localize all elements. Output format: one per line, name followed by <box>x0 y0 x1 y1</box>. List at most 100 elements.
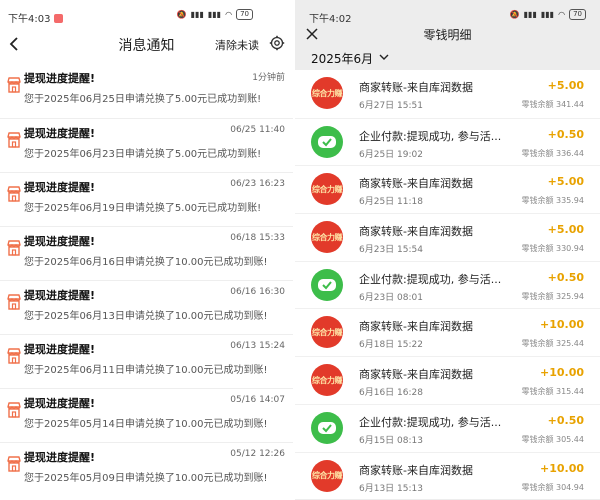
status-bar-right: 下午4:02 🔕 ▮▮▮ ▮▮▮ ◠ 70 <box>295 0 600 25</box>
notification-item[interactable]: 提现进度提醒! 06/25 11:40 您于2025年06月23日申请兑换了5.00… <box>0 118 293 172</box>
transaction-title: 企业付款:提现成功, 参与活... <box>359 272 502 286</box>
signal-icon-2: ▮▮▮ <box>540 10 555 19</box>
merchant-logo-icon: 综合力赚 <box>311 459 343 492</box>
transaction-date: 6月16日 16:28 <box>359 388 423 399</box>
notification-item[interactable]: 提现进度提醒! 06/18 15:33 您于2025年06月16日申请兑换了10.0… <box>0 226 293 280</box>
transaction-title: 商家转账-来自库润数据 <box>359 320 473 334</box>
transaction-balance: 零钱余额 335.94 <box>521 196 584 206</box>
notification-item[interactable]: 提现进度提醒! 06/23 16:23 您于2025年06月19日申请兑换了5.00… <box>0 172 293 226</box>
wifi-icon: ◠ <box>225 10 233 19</box>
transaction-date: 6月25日 19:02 <box>359 149 423 160</box>
notification-time: 05/12 12:26 <box>230 449 285 459</box>
chevron-down-icon <box>379 54 389 60</box>
transaction-amount: +10.00 <box>539 366 584 380</box>
transaction-item[interactable]: 综合力赚 商家转账-来自库润数据 6月27日 15:51 +5.00 零钱余额 341.… <box>295 70 600 118</box>
transaction-date: 6月13日 15:13 <box>359 483 423 494</box>
transaction-item[interactable]: 综合力赚 商家转账-来自库润数据 6月13日 15:13 +10.00 零钱余额 304… <box>295 451 600 500</box>
battery-icon: 70 <box>569 9 586 20</box>
status-time-right: 下午4:02 <box>309 14 352 25</box>
notification-time: 05/16 14:07 <box>230 395 285 405</box>
transaction-item[interactable]: 综合力赚 商家转账-来自库润数据 6月25日 11:18 +5.00 零钱余额 335.… <box>295 165 600 214</box>
notification-item[interactable]: 提现进度提醒! 1分钟前您于2025年06月25日申请兑换了5.00元已成功到账! <box>0 64 293 118</box>
transaction-title: 企业付款:提现成功, 参与活... <box>359 129 502 143</box>
notification-body: 您于2025年06月23日申请兑换了5.00元已成功到账! <box>24 149 262 160</box>
store-icon <box>7 77 21 93</box>
store-icon <box>7 240 21 256</box>
notification-title: 提现进度提醒! <box>24 343 96 356</box>
notification-item[interactable]: 提现进度提醒! 05/12 12:26 您于2025年05月09日申请兑换了10.0… <box>0 442 293 496</box>
notification-body: 您于2025年06月16日申请兑换了10.00元已成功到账! <box>24 257 268 268</box>
store-icon <box>7 348 21 364</box>
transaction-title: 商家转账-来自库润数据 <box>359 463 473 477</box>
mute-icon: 🔕 <box>509 10 520 19</box>
notification-item[interactable]: 提现进度提醒! 05/16 14:07 您于2025年05月14日申请兑换了10.0… <box>0 388 293 442</box>
transaction-item[interactable]: 企业付款:提现成功, 参与活... 6月23日 08:01 +0.50 零钱余额 32… <box>295 260 600 309</box>
notification-body: 您于2025年06月19日申请兑换了5.00元已成功到账! <box>24 203 262 214</box>
transaction-title: 商家转账-来自库润数据 <box>359 225 473 239</box>
store-icon <box>7 456 21 472</box>
wechat-pay-icon <box>311 411 343 444</box>
transaction-item[interactable]: 综合力赚 商家转账-来自库润数据 6月23日 15:54 +5.00 零钱余额 330.… <box>295 213 600 261</box>
notification-title: 提现进度提醒! <box>24 72 96 85</box>
notification-time: 06/23 16:23 <box>230 179 285 189</box>
transaction-balance: 零钱余额 330.94 <box>521 244 584 254</box>
notifications-header: 消息通知 清除未读 <box>0 24 293 64</box>
signal-icon: ▮▮▮ <box>523 10 537 19</box>
wechat-pay-icon <box>311 125 343 158</box>
notifications-screen: 下午4:03 🔕 ▮▮▮ ▮▮▮ ◠ 70 消息通知 清除未读 提现进度提醒! 1… <box>0 0 293 500</box>
notification-body: 您于2025年06月11日申请兑换了10.00元已成功到账! <box>24 365 268 376</box>
transaction-amount: +5.00 <box>547 223 584 237</box>
wifi-icon: ◠ <box>558 10 566 19</box>
notification-title: 提现进度提醒! <box>24 235 96 248</box>
notification-title: 提现进度提醒! <box>24 127 96 140</box>
transaction-item[interactable]: 综合力赚 商家转账-来自库润数据 6月16日 16:28 +10.00 零钱余额 315… <box>295 356 600 404</box>
notification-title: 提现进度提醒! <box>24 181 96 194</box>
notification-body: 您于2025年06月25日申请兑换了5.00元已成功到账! <box>24 94 262 105</box>
notification-title: 提现进度提醒! <box>24 397 96 410</box>
store-icon <box>7 132 21 148</box>
notification-time: 1分钟前 <box>252 73 285 83</box>
status-time: 下午4:03 <box>8 10 64 25</box>
clear-unread-button[interactable]: 清除未读 <box>215 37 259 53</box>
transaction-date: 6月27日 15:51 <box>359 101 423 111</box>
transaction-item[interactable]: 企业付款:提现成功, 参与活... 6月15日 08:13 +0.50 零钱余额 30… <box>295 403 600 452</box>
notification-body: 您于2025年05月14日申请兑换了10.00元已成功到账! <box>24 419 268 430</box>
signal-icon: ▮▮▮ <box>190 10 204 19</box>
transaction-date: 6月15日 08:13 <box>359 435 423 446</box>
transaction-title: 商家转账-来自库润数据 <box>359 81 473 94</box>
status-icons-right: 🔕 ▮▮▮ ▮▮▮ ◠ 70 <box>510 9 586 20</box>
wallet-details-screen: 下午4:02 🔕 ▮▮▮ ▮▮▮ ◠ 70 零钱明细 2025年6月 综合力赚商… <box>295 0 600 500</box>
transaction-balance: 零钱余额 336.44 <box>521 148 584 158</box>
mute-icon: 🔕 <box>176 10 187 19</box>
transaction-date: 6月18日 15:22 <box>359 340 423 351</box>
transaction-balance: 零钱余额 325.94 <box>521 291 584 301</box>
notification-time: 06/13 15:24 <box>230 341 285 351</box>
status-icons: 🔕 ▮▮▮ ▮▮▮ ◠ 70 <box>177 9 253 20</box>
month-label: 2025年6月 <box>311 52 374 66</box>
signal-icon-2: ▮▮▮ <box>207 10 222 19</box>
transaction-title: 企业付款:提现成功, 参与活... <box>359 415 502 429</box>
app-badge-icon <box>54 14 64 23</box>
transaction-amount: +0.50 <box>547 413 584 427</box>
merchant-logo-icon: 综合力赚 <box>311 316 343 349</box>
status-bar: 下午4:03 🔕 ▮▮▮ ▮▮▮ ◠ 70 <box>0 0 293 25</box>
transaction-amount: +10.00 <box>539 461 584 475</box>
merchant-logo-icon: 综合力赚 <box>311 77 343 109</box>
transaction-item[interactable]: 企业付款:提现成功, 参与活... 6月25日 19:02 +0.50 零钱余额 33… <box>295 117 600 166</box>
wallet-header: 零钱明细 <box>295 24 600 46</box>
transaction-amount: +0.50 <box>547 127 584 141</box>
transaction-amount: +5.00 <box>547 79 584 92</box>
notification-item[interactable]: 提现进度提醒! 06/13 15:24 您于2025年06月11日申请兑换了10.0… <box>0 334 293 388</box>
notification-item[interactable]: 提现进度提醒! 06/16 16:30 您于2025年06月13日申请兑换了10.0… <box>0 280 293 334</box>
store-icon <box>7 294 21 310</box>
transaction-date: 6月25日 11:18 <box>359 197 423 208</box>
month-selector[interactable]: 2025年6月 <box>295 46 600 70</box>
wechat-pay-icon <box>311 268 343 301</box>
transaction-amount: +10.00 <box>539 318 584 332</box>
store-icon <box>7 186 21 202</box>
gear-icon[interactable] <box>269 35 285 51</box>
transaction-balance: 零钱余额 305.44 <box>521 434 584 444</box>
notification-title: 提现进度提醒! <box>24 289 96 302</box>
transaction-item[interactable]: 综合力赚 商家转账-来自库润数据 6月18日 15:22 +10.00 零钱余额 325… <box>295 308 600 357</box>
merchant-logo-icon: 综合力赚 <box>311 364 343 397</box>
